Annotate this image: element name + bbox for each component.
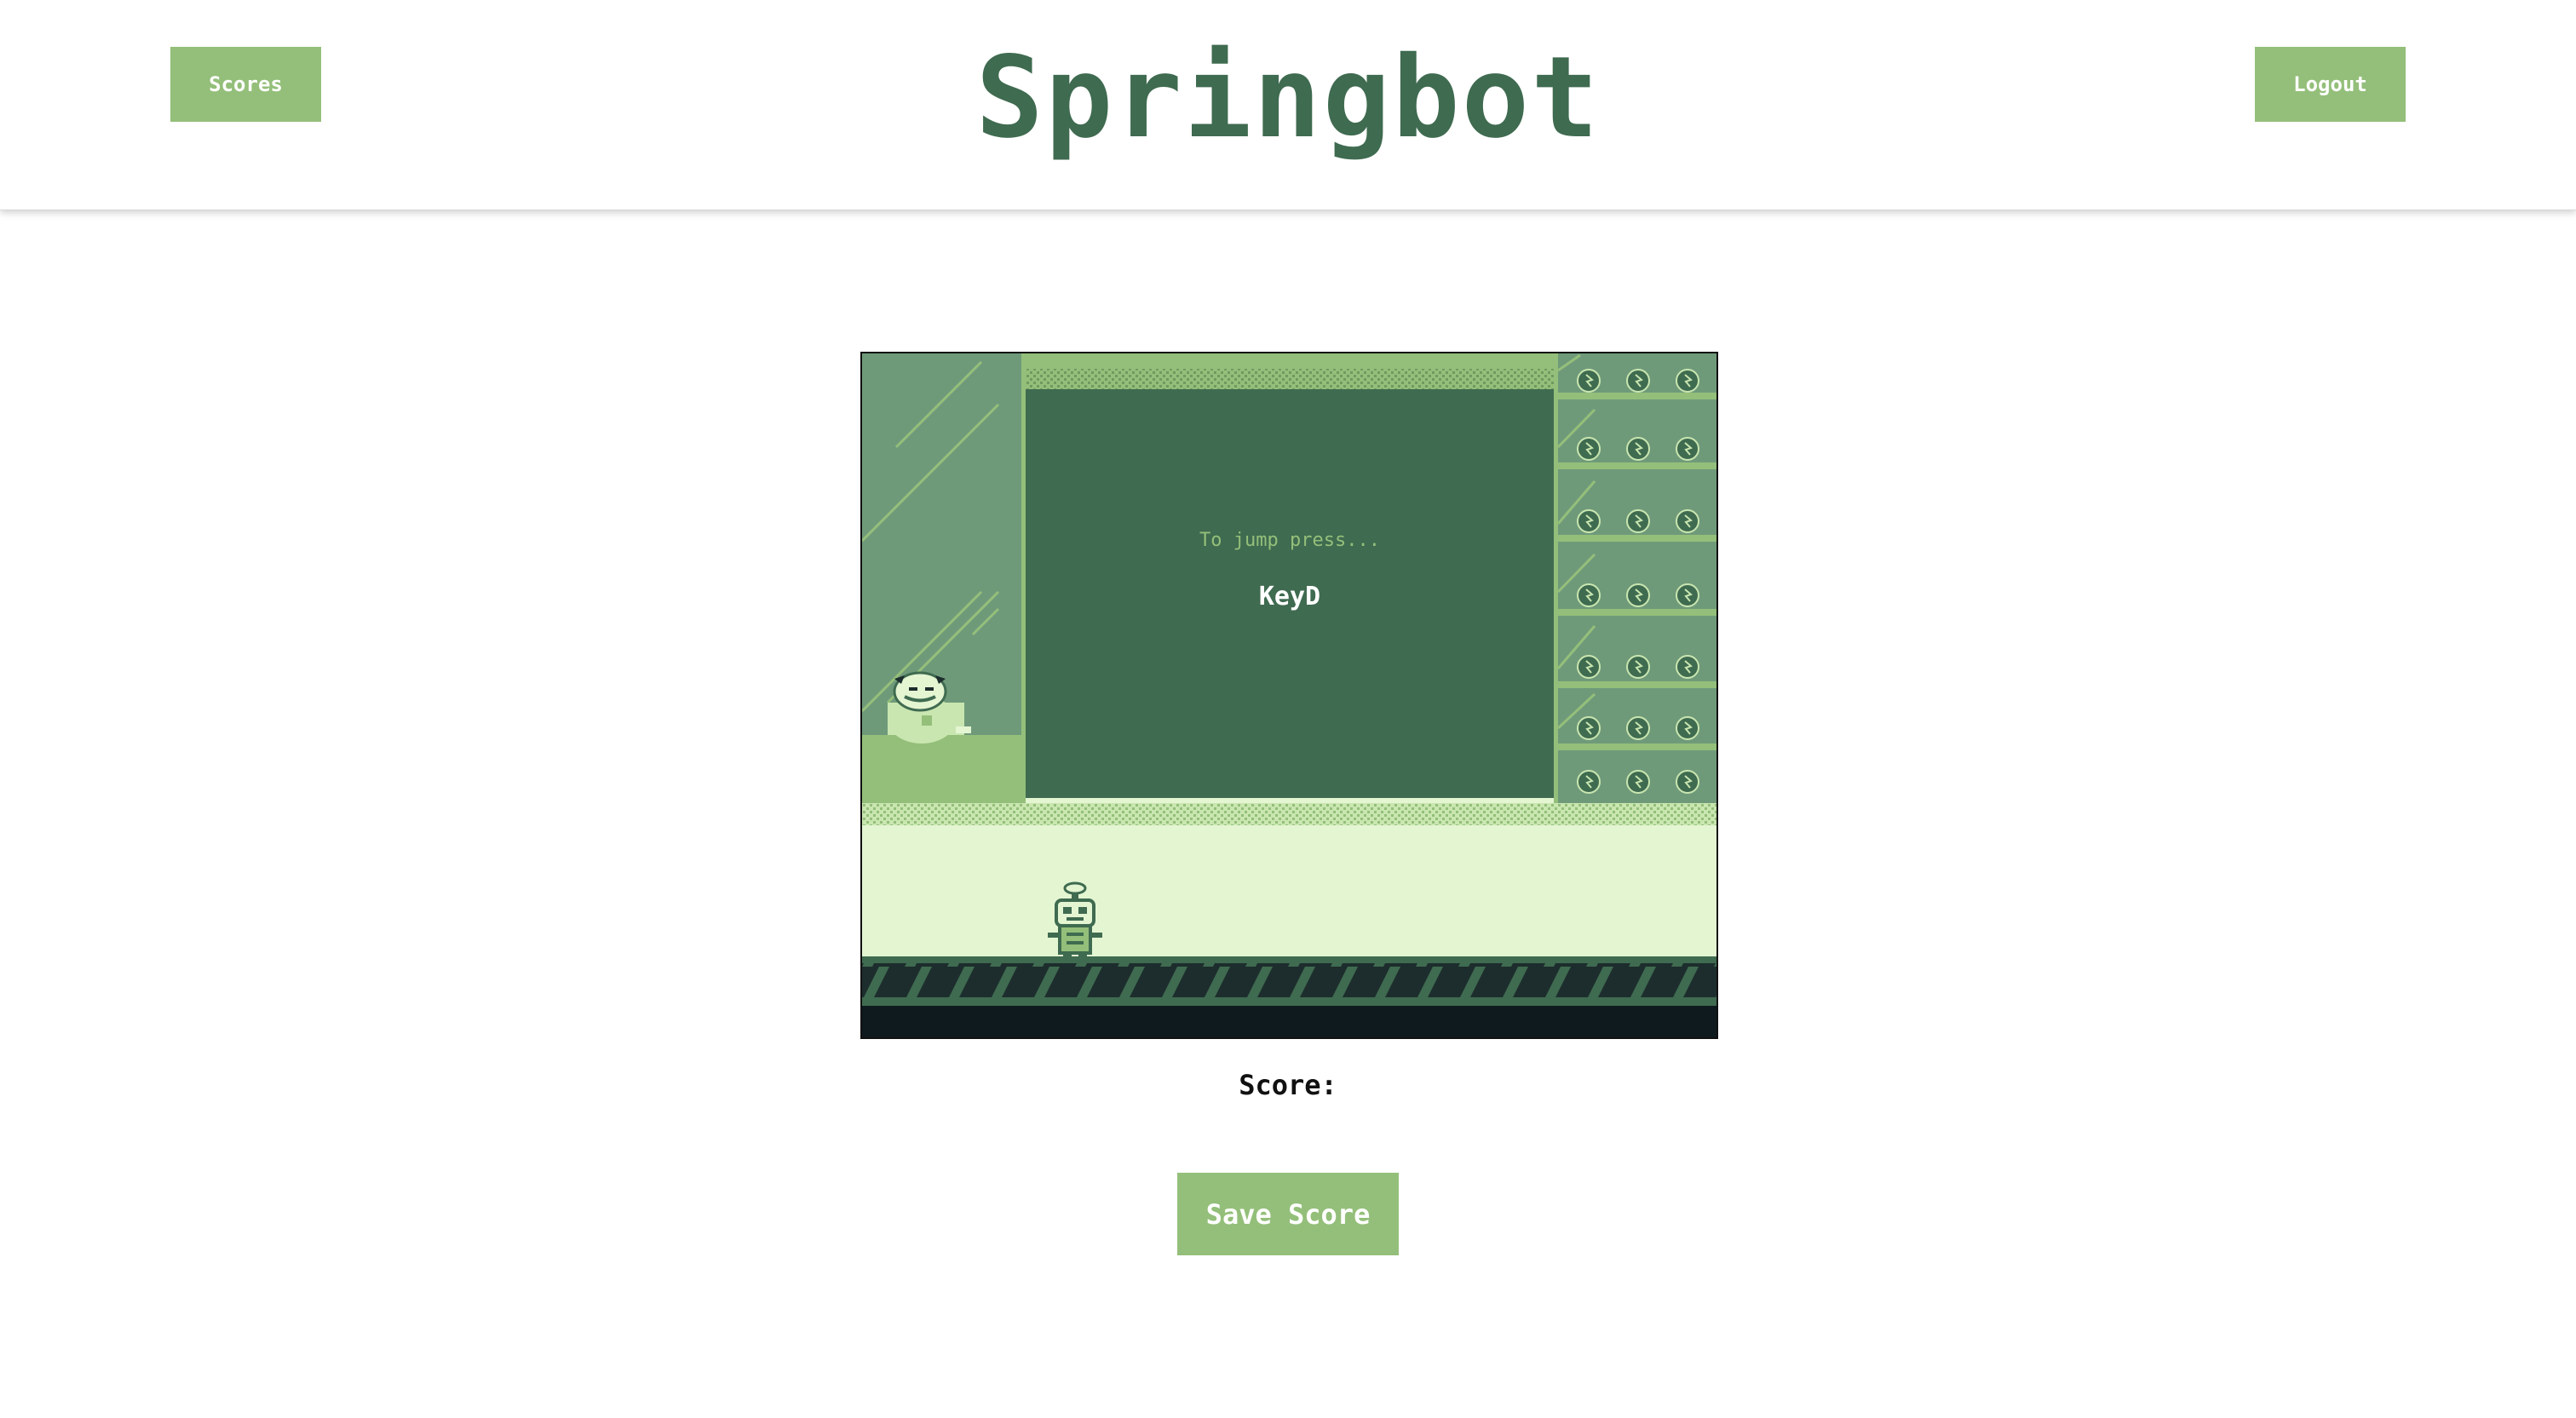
jump-prompt-text: To jump press... xyxy=(1199,530,1380,551)
jump-key-text: KeyD xyxy=(1259,582,1320,611)
page-title: Springbot xyxy=(975,32,1601,164)
game-scene: To jump press... KeyD xyxy=(862,353,1716,1037)
game-canvas[interactable]: To jump press... KeyD xyxy=(860,352,1718,1039)
score-label: Score: xyxy=(1239,1069,1337,1101)
save-score-button[interactable]: Save Score xyxy=(1177,1173,1399,1255)
top-header: Scores Springbot Logout xyxy=(0,0,2576,210)
logout-button[interactable]: Logout xyxy=(2255,47,2406,122)
